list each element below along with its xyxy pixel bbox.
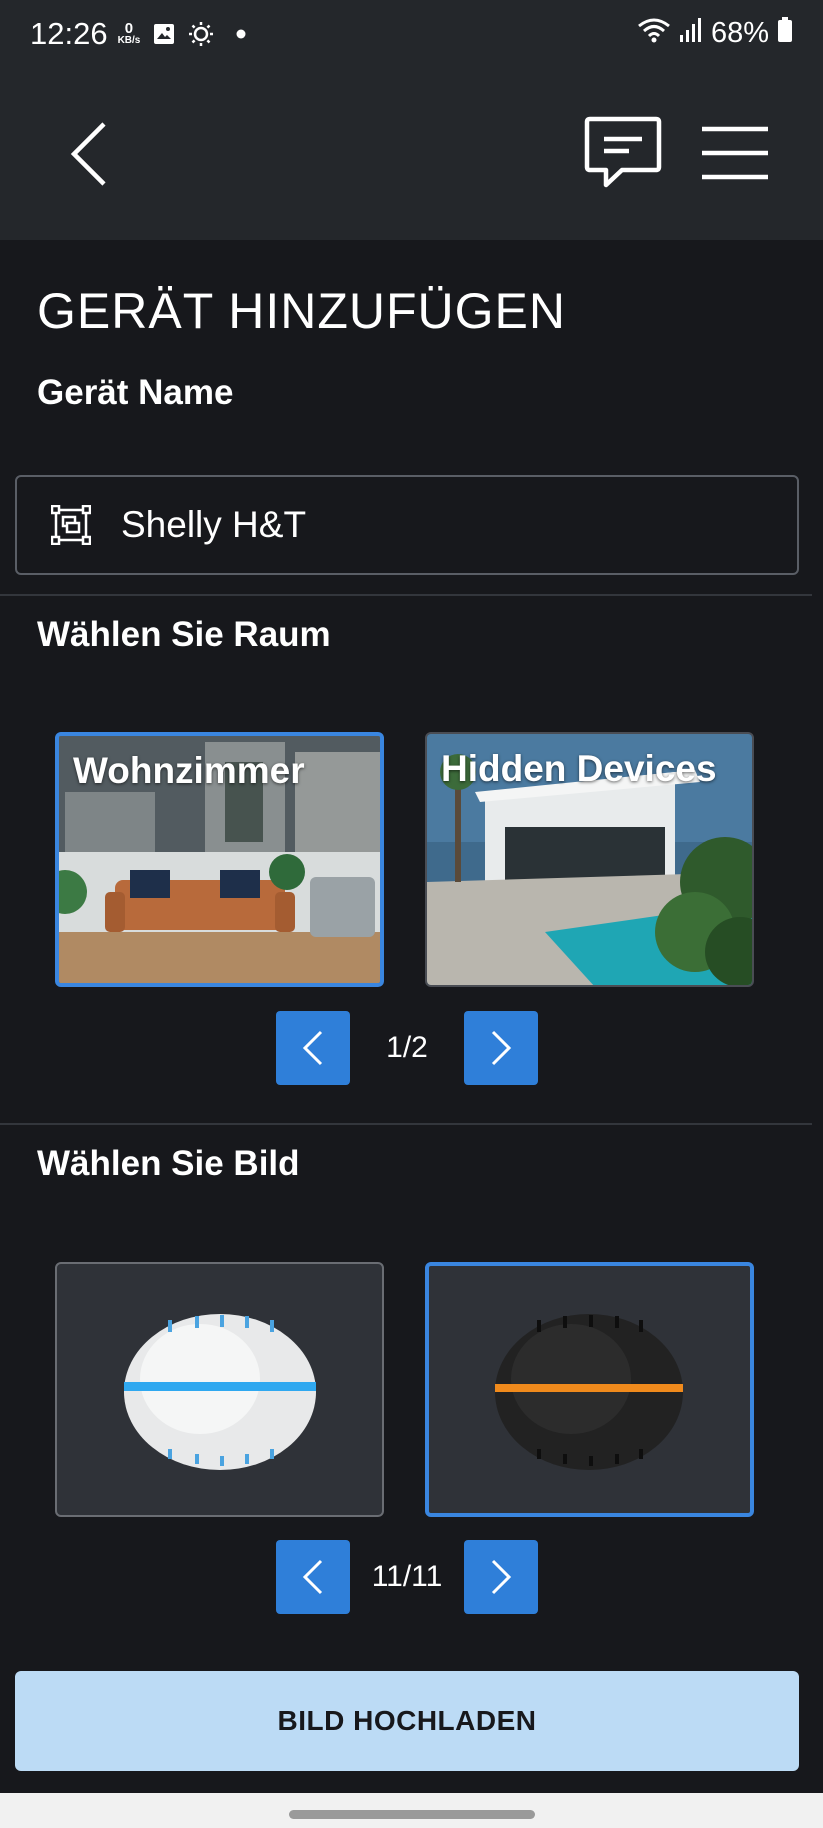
divider — [0, 594, 812, 596]
image-card-sensor-black[interactable] — [425, 1262, 754, 1517]
image-next-button[interactable] — [464, 1540, 538, 1614]
device-frame-icon — [51, 505, 91, 545]
system-nav-bar — [0, 1793, 823, 1828]
network-speed-value: 0 — [124, 20, 134, 37]
divider — [0, 1123, 812, 1125]
wifi-icon — [637, 16, 671, 52]
room-next-button[interactable] — [464, 1011, 538, 1085]
image-select-label: Wählen Sie Bild — [37, 1144, 300, 1183]
room-card-label: Hidden Devices — [441, 748, 717, 789]
room-select-label: Wählen Sie Raum — [37, 615, 331, 654]
chevron-right-icon — [491, 1030, 512, 1066]
signal-icon — [679, 17, 703, 51]
room-prev-button[interactable] — [276, 1011, 350, 1085]
upload-image-button[interactable]: BILD HOCHLADEN — [15, 1671, 799, 1771]
hamburger-menu-icon — [702, 126, 768, 180]
network-speed-unit: KB/s — [117, 35, 141, 46]
chevron-left-icon — [302, 1559, 323, 1595]
white-sensor-image — [124, 1314, 316, 1470]
chevron-left-icon — [302, 1030, 323, 1066]
room-card-wohnzimmer[interactable]: Wohnzimmer — [55, 732, 384, 987]
battery-icon — [777, 16, 793, 51]
status-time: 12:26 — [30, 15, 108, 51]
room-card-label: Wohnzimmer — [73, 750, 305, 791]
back-button[interactable] — [62, 119, 114, 189]
black-sensor-image — [495, 1314, 683, 1470]
menu-button[interactable] — [700, 125, 770, 181]
chat-button[interactable] — [584, 115, 662, 191]
notification-dot-icon — [236, 29, 246, 39]
chat-bubble-icon — [584, 116, 662, 188]
device-name-field[interactable] — [15, 475, 799, 575]
network-speed: 0 KB/s — [118, 21, 141, 46]
device-name-label: Gerät Name — [37, 373, 234, 412]
brightness-icon — [188, 21, 214, 47]
status-bar: 12:26 0 KB/s 68% — [0, 0, 823, 67]
room-pager: 1/2 — [276, 1011, 538, 1085]
gallery-icon — [152, 22, 176, 46]
chevron-right-icon — [491, 1559, 512, 1595]
image-card-sensor-white[interactable] — [55, 1262, 384, 1517]
chevron-left-icon — [70, 122, 106, 186]
device-name-input[interactable] — [121, 504, 721, 546]
image-pager: 11/11 — [276, 1540, 538, 1614]
app-header — [0, 67, 823, 240]
room-page-indicator: 1/2 — [386, 1031, 428, 1064]
status-right: 68% — [637, 16, 793, 52]
page-title: GERÄT HINZUFÜGEN — [37, 283, 566, 339]
battery-percent: 68% — [710, 17, 769, 49]
home-gesture-handle[interactable] — [289, 1810, 535, 1819]
image-prev-button[interactable] — [276, 1540, 350, 1614]
image-page-indicator: 11/11 — [371, 1560, 443, 1593]
room-card-hidden-devices[interactable]: Hidden Devices — [425, 732, 754, 987]
